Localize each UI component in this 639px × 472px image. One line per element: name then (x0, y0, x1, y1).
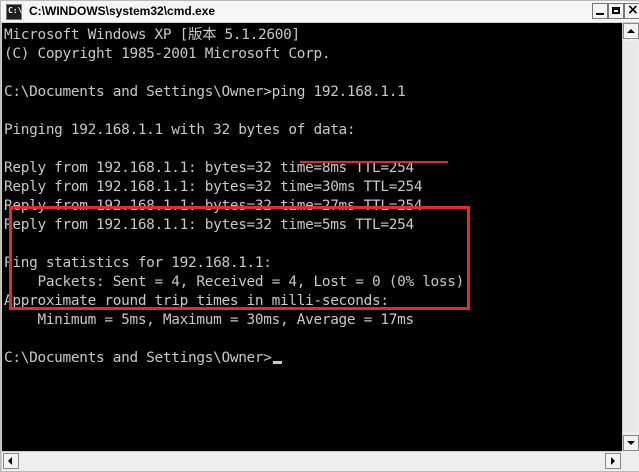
maximize-icon[interactable] (608, 3, 624, 19)
console-line: C:\Documents and Settings\Owner> (4, 349, 472, 368)
title-bar[interactable]: C:\WINDOWS\system32\cmd.exe (1, 1, 639, 23)
scroll-right-icon[interactable] (605, 453, 621, 469)
minimize-icon[interactable] (592, 3, 608, 19)
window-title: C:\WINDOWS\system32\cmd.exe (29, 4, 216, 18)
console-line: (C) Copyright 1985-2001 Microsoft Corp. (4, 46, 331, 62)
vertical-scroll-thumb[interactable] (624, 41, 638, 432)
vertical-scrollbar[interactable] (622, 23, 639, 451)
console-line: Pinging 192.168.1.1 with 32 bytes of dat… (4, 122, 356, 138)
command-highlight-underline (300, 161, 448, 163)
scroll-left-icon[interactable] (3, 453, 19, 469)
console-line: Minimum = 5ms, Maximum = 30ms, Average =… (4, 312, 414, 328)
scroll-up-icon[interactable] (623, 23, 639, 39)
reply-highlight-box (9, 206, 470, 310)
console-output[interactable]: Microsoft Windows XP [版本 5.1.2600] (C) C… (2, 23, 622, 451)
console-text-block: Microsoft Windows XP [版本 5.1.2600] (C) C… (4, 26, 473, 368)
console-line: C:\Documents and Settings\Owner>ping 192… (4, 84, 406, 100)
console-line: Microsoft Windows XP [版本 5.1.2600] (4, 27, 300, 43)
scroll-down-icon[interactable] (623, 435, 639, 451)
console-line: Reply from 192.168.1.1: bytes=32 time=30… (4, 179, 423, 195)
cmd-app-icon[interactable] (6, 4, 22, 20)
text-cursor (272, 361, 282, 364)
close-icon[interactable] (624, 3, 639, 19)
horizontal-scrollbar[interactable] (2, 451, 622, 471)
prompt-text: C:\Documents and Settings\Owner> (4, 350, 272, 366)
scrollbar-corner (622, 451, 639, 471)
cmd-window: C:\WINDOWS\system32\cmd.exe Microsoft Wi… (0, 0, 639, 472)
